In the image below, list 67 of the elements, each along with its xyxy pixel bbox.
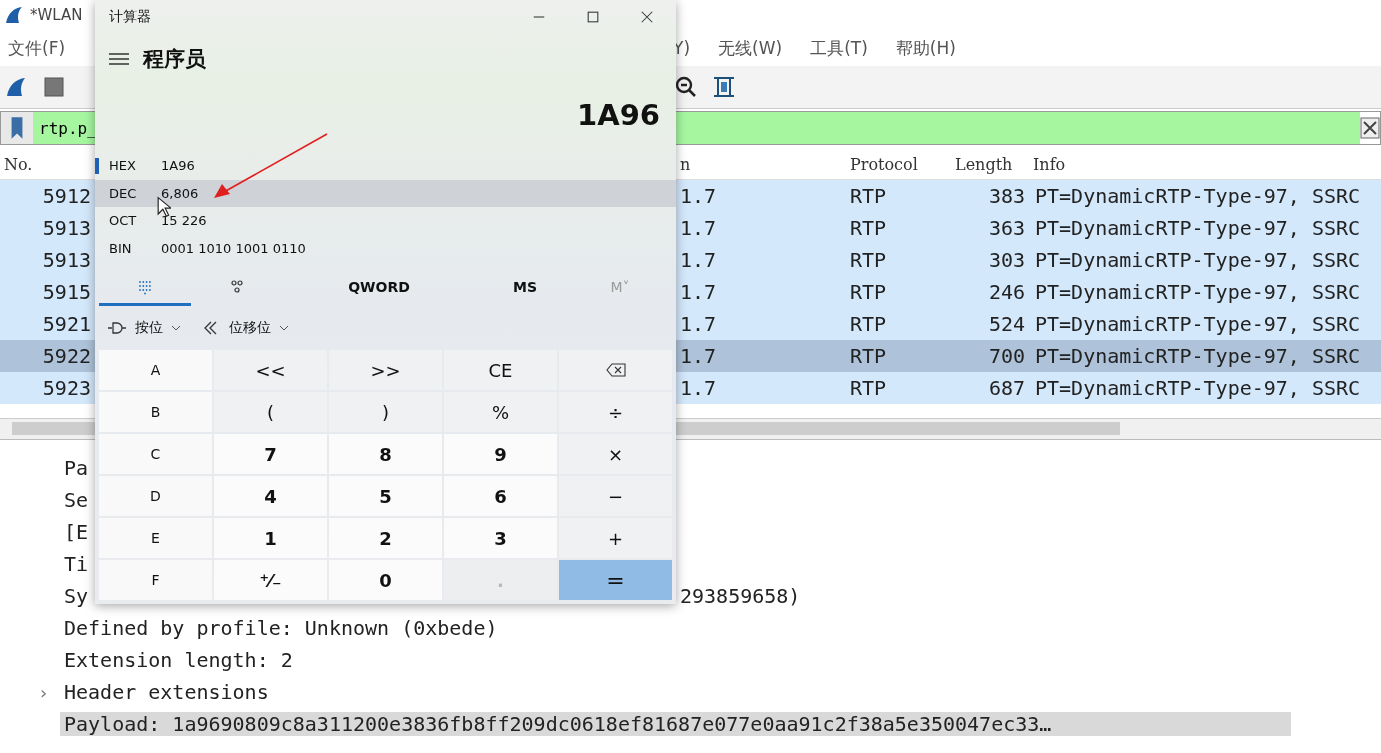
detail-line[interactable]: Se	[64, 488, 89, 512]
calculator-key[interactable]: 2	[329, 518, 442, 558]
column-header[interactable]: Protocol	[846, 154, 951, 174]
calculator-key[interactable]: 4	[214, 476, 327, 516]
calculator-key[interactable]: ÷	[559, 392, 672, 432]
calculator-key[interactable]: C	[99, 434, 212, 474]
calculator-key[interactable]: ⁺⁄₋	[214, 560, 327, 600]
maximize-icon[interactable]	[586, 10, 600, 24]
calculator-key[interactable]: %	[444, 392, 557, 432]
detail-line[interactable]: Defined by profile: Unknown (0xbede)	[64, 616, 498, 640]
detail-line[interactable]: 293859658)	[680, 584, 1381, 608]
radix-row[interactable]: HEX 1A96	[95, 152, 676, 180]
menu-item[interactable]: 无线(W)	[718, 36, 783, 60]
calculator-key[interactable]: >>	[329, 350, 442, 390]
window-title: *WLAN	[30, 6, 83, 24]
menu-item[interactable]: 工具(T)	[810, 36, 868, 60]
calculator-key[interactable]: +	[559, 518, 672, 558]
detail-line[interactable]: [E	[64, 520, 89, 544]
calculator-key[interactable]: 1	[214, 518, 327, 558]
detail-line[interactable]: Pa	[64, 456, 89, 480]
calculator-key[interactable]: (	[214, 392, 327, 432]
menu-icon[interactable]	[109, 52, 129, 66]
calculator-key[interactable]: 3	[444, 518, 557, 558]
mode-title: 程序员	[143, 46, 206, 73]
calculator-key[interactable]: −	[559, 476, 672, 516]
backspace-icon	[605, 363, 626, 377]
shark-fin-icon[interactable]	[4, 75, 28, 99]
column-header[interactable]: No.	[0, 154, 95, 174]
caret-icon	[279, 325, 289, 331]
calculator-key[interactable]: A	[99, 350, 212, 390]
detail-line[interactable]: Ti	[64, 552, 89, 576]
dropdown-button[interactable]: 位移位	[201, 319, 289, 337]
column-header[interactable]: n	[676, 154, 846, 174]
calculator-key[interactable]: B	[99, 392, 212, 432]
calculator-key[interactable]: ×	[559, 434, 672, 474]
menu-item[interactable]: 文件(F)	[8, 36, 66, 60]
column-header[interactable]: Info	[1029, 154, 1381, 174]
calculator-key[interactable]: 9	[444, 434, 557, 474]
shark-fin-icon	[4, 5, 24, 25]
calculator-key[interactable]: 8	[329, 434, 442, 474]
column-header[interactable]: Length	[951, 154, 1029, 174]
zoom-out-icon[interactable]	[674, 75, 698, 99]
calculator-key[interactable]: 7	[214, 434, 327, 474]
radix-row[interactable]: DEC 6,806	[95, 179, 676, 207]
calculator-key[interactable]: 0	[329, 560, 442, 600]
dropdown-button[interactable]: 按位	[107, 319, 181, 337]
stop-icon[interactable]	[42, 75, 66, 99]
calculator-key[interactable]: E	[99, 518, 212, 558]
menu-item[interactable]: 帮助(H)	[895, 36, 956, 60]
calculator-key[interactable]: 5	[329, 476, 442, 516]
logic-gate-icon	[107, 321, 127, 335]
calculator-key[interactable]: <<	[214, 350, 327, 390]
close-icon[interactable]	[640, 10, 654, 24]
detail-line[interactable]: Header extensions	[64, 680, 269, 704]
detail-line[interactable]: Extension length: 2	[64, 648, 293, 672]
calculator-key[interactable]: F	[99, 560, 212, 600]
expand-arrow-icon[interactable]: ›	[38, 681, 49, 703]
caret-icon	[171, 325, 181, 331]
backspace-button[interactable]	[559, 350, 672, 390]
detail-line[interactable]: Sy	[64, 584, 89, 608]
calculator-key[interactable]: 6	[444, 476, 557, 516]
window-title: 计算器	[109, 8, 151, 26]
resize-columns-icon[interactable]	[712, 75, 736, 99]
calculator-key[interactable]: CE	[444, 350, 557, 390]
calculator-key[interactable]: )	[329, 392, 442, 432]
calculator-key[interactable]: =	[559, 560, 672, 600]
calculator-key[interactable]: D	[99, 476, 212, 516]
